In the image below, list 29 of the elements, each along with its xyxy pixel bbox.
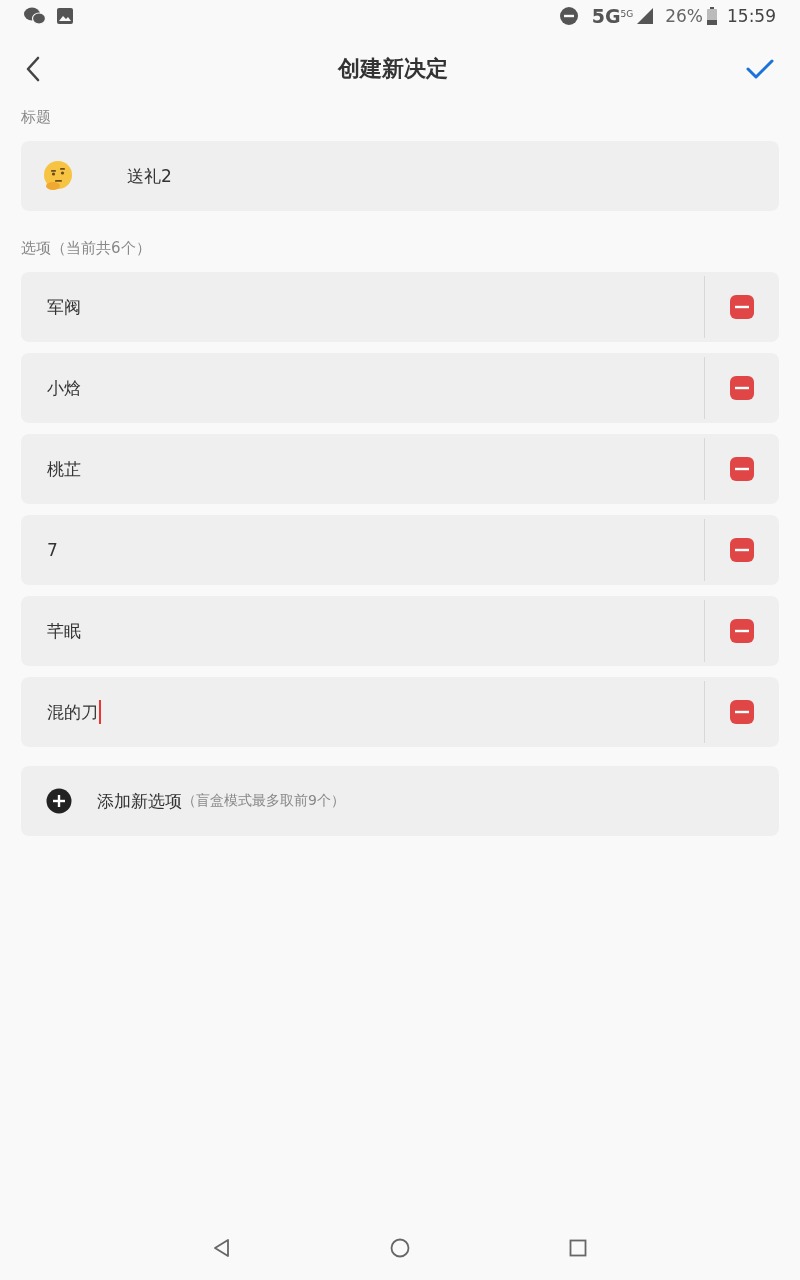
signal-icon [637, 8, 654, 24]
clock: 15:59 [727, 6, 776, 26]
chat-app-icon [24, 7, 46, 25]
thinking-emoji-icon [42, 160, 74, 192]
title-field[interactable]: 送礼2 [21, 141, 779, 211]
nav-home-button[interactable] [388, 1236, 412, 1260]
option-field[interactable]: 小焓 [21, 353, 704, 423]
network-small-label: 5G [620, 9, 634, 19]
battery-icon [707, 7, 717, 25]
minus-icon [730, 619, 754, 643]
image-icon [56, 7, 74, 25]
option-field[interactable]: 军阀 [21, 272, 704, 342]
network-label: 5G [591, 5, 621, 27]
minus-icon [730, 700, 754, 724]
add-option-button[interactable]: 添加新选项（盲盒模式最多取前9个） [21, 766, 779, 836]
page-title: 创建新决定 [338, 55, 448, 83]
minus-icon [730, 295, 754, 319]
section-label: 选项（当前共6个） [21, 239, 152, 258]
minus-icon [730, 457, 754, 481]
minus-icon [730, 376, 754, 400]
option-field[interactable]: 芊眠 [21, 596, 704, 666]
option-field[interactable]: 桃芷 [21, 434, 704, 504]
do-not-disturb-icon [559, 7, 578, 25]
battery-percent: 26% [665, 6, 703, 26]
plus-icon [46, 788, 72, 814]
minus-icon [730, 538, 754, 562]
option-field[interactable]: 混的刀 [21, 677, 704, 747]
section-label: 标题 [21, 108, 52, 127]
option-field[interactable]: 7 [21, 515, 704, 585]
